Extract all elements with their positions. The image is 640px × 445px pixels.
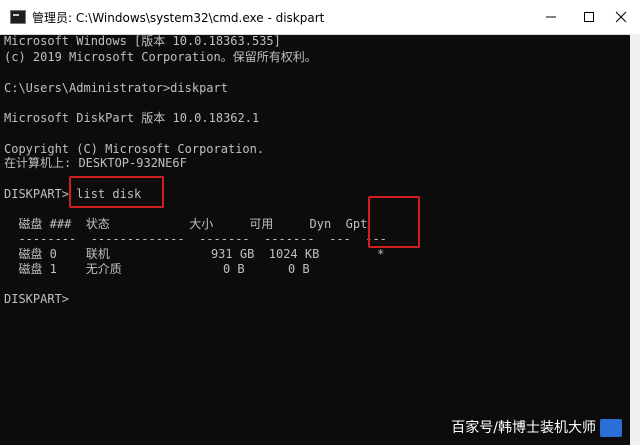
terminal-line: Copyright (C) Microsoft Corporation. [4, 142, 265, 156]
gpt-column-highlight [368, 196, 420, 248]
vertical-scrollbar[interactable] [630, 34, 640, 445]
terminal-line: (c) 2019 Microsoft Corporation。保留所有权利。 [4, 50, 317, 64]
terminal-line: Microsoft Windows [版本 10.0.18363.535] [4, 34, 281, 48]
watermark-text: 百家号/韩博士装机大师 [451, 420, 596, 436]
terminal-line: DISKPART> [4, 292, 70, 306]
terminal-line: C:\Users\Administrator>diskpart [4, 81, 228, 95]
maximize-icon [584, 12, 594, 22]
terminal-line: 在计算机上: DESKTOP-932NE6F [4, 156, 187, 170]
title-bar[interactable]: 管理员: C:\Windows\system32\cmd.exe - diskp… [0, 0, 640, 35]
terminal-line: 磁盘 1 无介质 0 B 0 B [4, 262, 310, 276]
terminal-output[interactable]: Microsoft Windows [版本 10.0.18363.535] (c… [4, 34, 628, 445]
close-icon [615, 11, 627, 23]
list-disk-highlight [69, 176, 164, 208]
terminal-line: -------- ------------- ------- ------- -… [4, 232, 387, 246]
window-title: 管理员: C:\Windows\system32\cmd.exe - diskp… [32, 11, 325, 25]
terminal-line: 磁盘 0 联机 931 GB 1024 KB * [4, 247, 385, 261]
brand-logo-icon [600, 419, 622, 437]
terminal-line: 磁盘 ### 状态 大小 可用 Dyn Gpt [4, 217, 368, 231]
minimize-icon [546, 16, 556, 18]
cmd-window: 管理员: C:\Windows\system32\cmd.exe - diskp… [0, 0, 640, 445]
cmd-icon [10, 10, 26, 24]
watermark: 百家号/韩博士装机大师 [451, 417, 622, 437]
close-button[interactable] [598, 0, 640, 34]
terminal-line: Microsoft DiskPart 版本 10.0.18362.1 [4, 111, 260, 125]
